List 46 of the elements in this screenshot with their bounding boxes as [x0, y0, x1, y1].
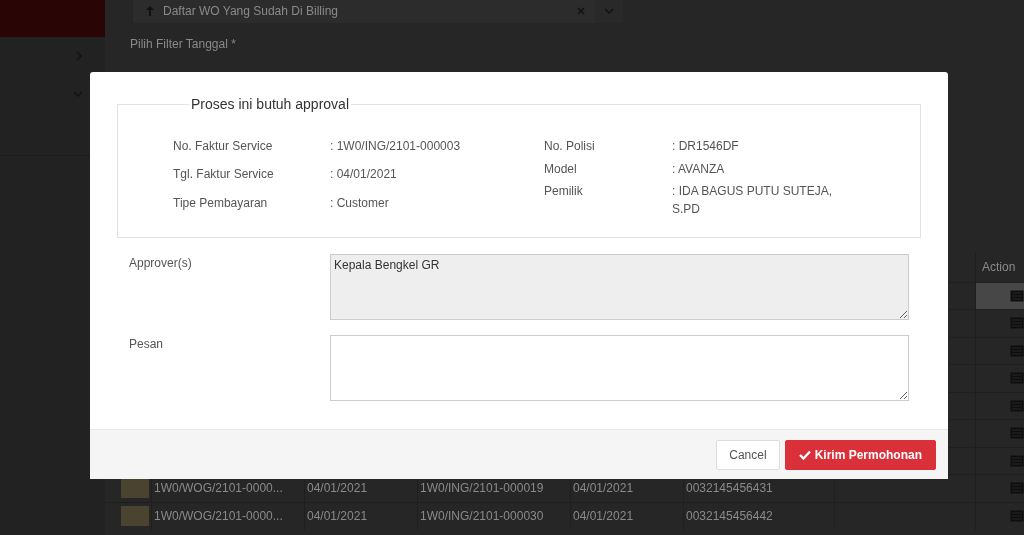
list-icon[interactable]: [1010, 344, 1024, 357]
table-cell: 1W0/WOG/2101-0000...: [154, 509, 283, 523]
table-cell: 0032145456431: [686, 481, 773, 496]
cancel-button[interactable]: Cancel: [716, 439, 780, 470]
list-icon[interactable]: [1010, 427, 1024, 440]
field-label: Approver(s): [128, 255, 193, 272]
info-label: No. Faktur Service: [173, 138, 274, 155]
list-icon[interactable]: [1010, 372, 1024, 385]
table-cell: 04/01/2021: [573, 481, 634, 496]
table-cell: 1W0/WOG/2101-0000...: [154, 481, 283, 496]
info-label: No. Polisi: [544, 138, 596, 155]
submit-button[interactable]: Kirim Permohonan: [784, 439, 936, 470]
list-icon[interactable]: [1010, 510, 1024, 522]
table-cell: 04/01/2021: [573, 509, 634, 523]
clear-icon[interactable]: [577, 7, 585, 15]
list-icon[interactable]: [1010, 482, 1024, 495]
table-cell: 04/01/2021: [307, 481, 368, 496]
info-value: : Customer: [330, 194, 390, 212]
table-cell: 1W0/ING/2101-000019: [420, 481, 544, 496]
field-label: Pesan: [128, 336, 165, 353]
field-label: Pilih Filter Tanggal *: [130, 37, 237, 51]
list-icon[interactable]: [1010, 289, 1024, 302]
select-value: Daftar WO Yang Sudah Di Billing: [163, 4, 339, 18]
info-label: Model: [544, 160, 578, 178]
filter-select[interactable]: Daftar WO Yang Sudah Di Billing: [133, 0, 595, 23]
list-icon[interactable]: [1010, 454, 1024, 467]
check-icon: [798, 449, 811, 460]
caret-icon: [604, 7, 614, 15]
info-label: Pemilik: [544, 183, 584, 200]
info-value: : 1W0/ING/2101-000003: [330, 138, 462, 155]
list-icon[interactable]: [1010, 317, 1024, 330]
table-cell: 1W0/ING/2101-000030: [420, 509, 544, 523]
table-cell: 04/01/2021: [307, 509, 368, 523]
row-button[interactable]: [121, 478, 149, 499]
info-label: Tgl. Faktur Service: [173, 166, 275, 184]
table-cell: 0032145456442: [686, 509, 773, 523]
list-icon[interactable]: [1010, 399, 1024, 412]
info-value: : AVANZA: [672, 160, 726, 178]
message-field[interactable]: [330, 335, 909, 401]
approver-field: Kepala Bengkel GR: [330, 254, 909, 320]
info-value: : IDA BAGUS PUTU SUTEJA, S.PD: [672, 183, 834, 218]
panel-title: Proses ini butuh approval: [190, 96, 350, 112]
info-value: : DR1546DF: [672, 138, 740, 155]
info-label: Tipe Pembayaran: [173, 194, 269, 212]
info-value: : 04/01/2021: [330, 166, 398, 184]
column-header: Action: [975, 252, 1024, 282]
